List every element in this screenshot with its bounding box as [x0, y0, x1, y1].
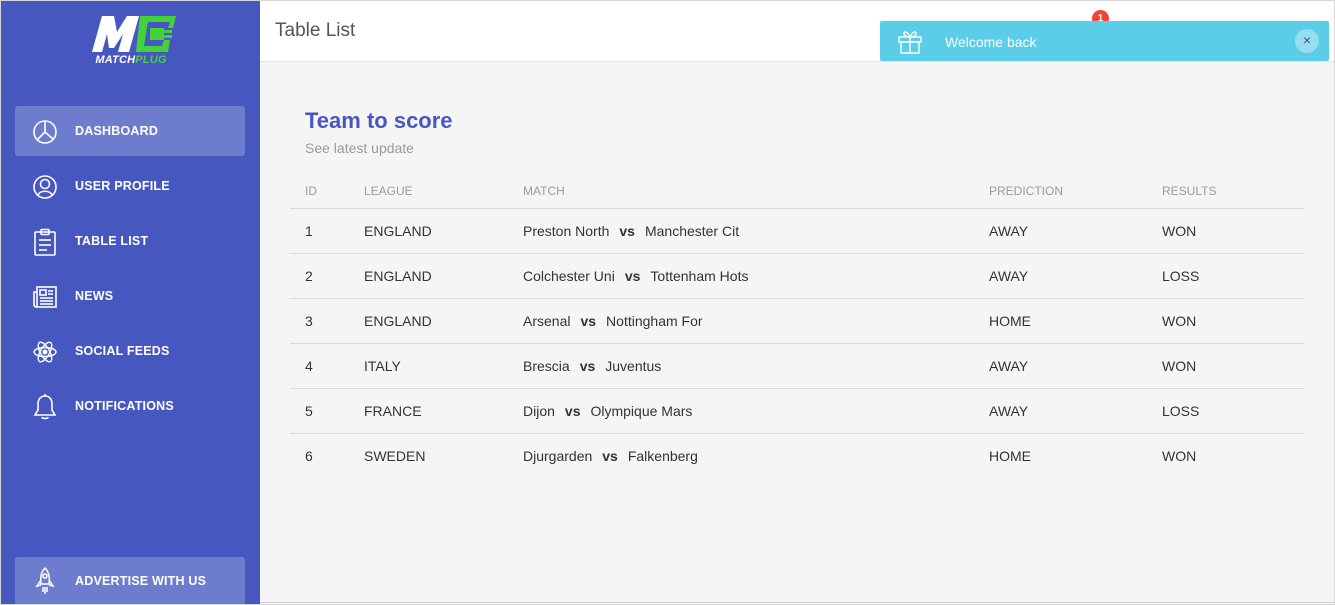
- cell-league: ENGLAND: [349, 298, 508, 344]
- away-team: Juventus: [605, 357, 662, 374]
- rocket-icon: [31, 567, 59, 595]
- sidebar-item-table-list[interactable]: TABLE LIST: [15, 216, 245, 266]
- table-header-row: ID LEAGUE MATCH PREDICTION RESULTS: [290, 184, 1304, 209]
- page-title: Table List: [275, 20, 356, 41]
- welcome-toast: Welcome back ×: [880, 21, 1329, 61]
- cell-id: 5: [290, 388, 349, 434]
- toast-message: Welcome back: [945, 34, 1037, 50]
- sidebar-item-news[interactable]: NEWS: [15, 271, 245, 321]
- home-team: Colchester Uni: [523, 267, 615, 284]
- cell-prediction: HOME: [974, 298, 1147, 344]
- card-title: Team to score: [305, 108, 453, 133]
- cell-match: Colchester Uni vs Tottenham Hots: [508, 253, 974, 299]
- sidebar-item-label: SOCIAL FEEDS: [75, 344, 170, 358]
- sidebar-item-label: NOTIFICATIONS: [75, 399, 174, 413]
- sidebar: MATCHPLUG DASHBOARD USER PROFILE TABLE L…: [0, 0, 260, 605]
- sidebar-nav: DASHBOARD USER PROFILE TABLE LIST NEWS S…: [15, 106, 245, 436]
- logo-text-match: MATCH: [95, 54, 136, 66]
- cell-league: SWEDEN: [364, 447, 426, 464]
- away-team: Falkenberg: [627, 447, 698, 464]
- cell-prediction: AWAY: [974, 208, 1147, 254]
- cell-result: LOSS: [1147, 253, 1304, 299]
- sidebar-item-label: TABLE LIST: [75, 234, 149, 248]
- clipboard-icon: [31, 228, 59, 256]
- table-row: 5 FRANCE Dijon vs Olympique Mars AWAY LOSS: [290, 388, 1304, 434]
- vs-label: vs: [580, 312, 597, 329]
- cell-id: 4: [290, 343, 349, 389]
- cell-match: Arsenal vs Nottingham For: [508, 298, 974, 344]
- cell-league: ENGLAND: [349, 208, 508, 254]
- advertise-label: ADVERTISE WITH US: [75, 574, 207, 588]
- vs-label: vs: [579, 357, 596, 374]
- home-team: Djurgarden: [523, 447, 593, 464]
- bell-icon: [31, 393, 59, 421]
- card-subtitle: See latest update: [305, 140, 414, 156]
- sidebar-item-notifications[interactable]: NOTIFICATIONS: [15, 381, 245, 431]
- advertise-button[interactable]: ADVERTISE WITH US: [15, 557, 245, 605]
- cell-id: 2: [290, 253, 349, 299]
- vs-label: vs: [564, 402, 581, 419]
- cell-prediction: HOME: [989, 447, 1031, 464]
- pie-chart-icon: [31, 118, 59, 146]
- cell-match: Brescia vs Juventus: [508, 343, 974, 389]
- cell-match: Preston North vs Manchester Cit: [508, 208, 974, 254]
- column-header-match: MATCH: [508, 184, 974, 209]
- cell-match: Dijon vs Olympique Mars: [508, 388, 974, 434]
- home-team: Preston North: [523, 222, 610, 239]
- cell-league: ITALY: [349, 343, 508, 389]
- cell-prediction: AWAY: [974, 343, 1147, 389]
- gift-icon: [897, 28, 923, 54]
- cell-id: 6: [305, 447, 313, 464]
- sidebar-item-label: USER PROFILE: [75, 179, 170, 193]
- cell-result: WON: [1147, 208, 1304, 254]
- cell-match: Djurgarden vs Falkenberg: [508, 433, 974, 478]
- column-header-prediction: PREDICTION: [974, 184, 1147, 209]
- predictions-table: ID LEAGUE MATCH PREDICTION RESULTS 1 ENG…: [290, 184, 1304, 478]
- away-team: Manchester Cit: [644, 222, 740, 239]
- sidebar-item-social-feeds[interactable]: SOCIAL FEEDS: [15, 326, 245, 376]
- cell-id: 3: [290, 298, 349, 344]
- brand-logo[interactable]: MATCHPLUG: [84, 14, 178, 70]
- column-header-league: LEAGUE: [349, 184, 508, 209]
- atom-icon: [31, 338, 59, 366]
- cell-league: ENGLAND: [349, 253, 508, 299]
- cell-result: LOSS: [1147, 388, 1304, 434]
- home-team: Arsenal: [523, 312, 571, 329]
- cell-id: 1: [290, 208, 349, 254]
- table-row: 6 SWEDEN Djurgarden vs Falkenberg HOME WON: [290, 433, 1304, 478]
- cell-league: FRANCE: [349, 388, 508, 434]
- table-row: 3 ENGLAND Arsenal vs Nottingham For HOME W…: [290, 298, 1304, 344]
- user-circle-icon: [31, 173, 59, 201]
- column-header-results: RESULTS: [1147, 184, 1304, 209]
- cell-result: WON: [1162, 447, 1197, 464]
- logo-text-plug: PLUG: [135, 54, 167, 66]
- away-team: Nottingham For: [606, 312, 703, 329]
- sidebar-item-label: DASHBOARD: [75, 124, 159, 138]
- sidebar-item-dashboard[interactable]: DASHBOARD: [15, 106, 245, 156]
- column-header-id: ID: [290, 184, 349, 209]
- close-icon[interactable]: ×: [1295, 29, 1319, 53]
- cell-prediction: AWAY: [974, 388, 1147, 434]
- newspaper-icon: [31, 283, 59, 311]
- cell-result: WON: [1147, 298, 1304, 344]
- vs-label: vs: [624, 267, 641, 284]
- mp-logo-icon: [92, 16, 176, 52]
- table-row: 2 ENGLAND Colchester Uni vs Tottenham Hots…: [290, 253, 1304, 299]
- cell-prediction: AWAY: [974, 253, 1147, 299]
- table-row: 1 ENGLAND Preston North vs Manchester Cit …: [290, 208, 1304, 254]
- home-team: Brescia: [523, 357, 570, 374]
- away-team: Olympique Mars: [590, 402, 693, 419]
- home-team: Dijon: [523, 402, 555, 419]
- table-row: 4 ITALY Brescia vs Juventus AWAY WON: [290, 343, 1304, 389]
- sidebar-item-user-profile[interactable]: USER PROFILE: [15, 161, 245, 211]
- cell-result: WON: [1147, 343, 1304, 389]
- away-team: Tottenham Hots: [650, 267, 749, 284]
- vs-label: vs: [619, 222, 635, 239]
- vs-label: vs: [602, 447, 618, 464]
- sidebar-item-label: NEWS: [75, 289, 114, 303]
